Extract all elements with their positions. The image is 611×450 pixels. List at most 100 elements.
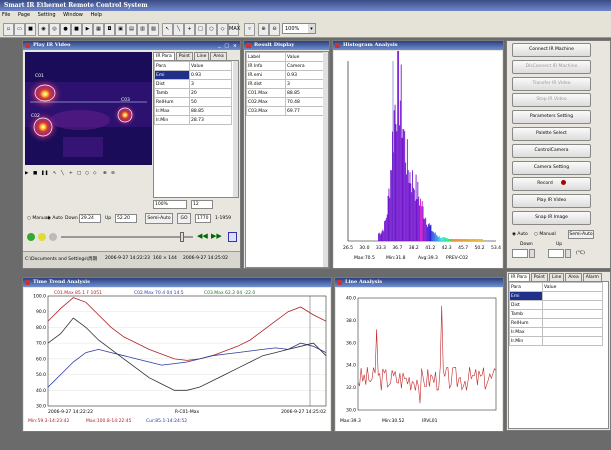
window-controls-icon[interactable]: _ □ × <box>218 42 238 51</box>
ellipse-tool-icon[interactable]: ○ <box>85 171 89 176</box>
pause-icon[interactable]: ❚❚ <box>41 171 49 176</box>
table-row[interactable]: RelHum 50 <box>154 97 232 107</box>
tab-point[interactable]: Point <box>530 273 548 281</box>
playback-slider-thumb[interactable] <box>179 232 184 242</box>
control-button[interactable]: Stop IR Video <box>512 93 591 108</box>
menu-page[interactable]: Page <box>18 12 30 18</box>
menu-file[interactable]: File <box>2 12 10 18</box>
rect-tool-icon[interactable]: □ <box>195 23 206 36</box>
control-button[interactable]: Play IR Video <box>512 194 591 209</box>
scrollbar[interactable] <box>323 52 328 267</box>
line-tool-icon[interactable]: ╲ <box>61 171 64 176</box>
scrollbar[interactable] <box>233 61 238 197</box>
tab-area[interactable]: Area <box>210 52 227 60</box>
param-value[interactable] <box>542 309 603 319</box>
up-input[interactable] <box>548 249 564 258</box>
control-button[interactable]: Record <box>512 177 591 192</box>
open-icon[interactable]: ▭ <box>14 23 25 36</box>
tab-line[interactable]: Line <box>193 52 210 60</box>
image-icon[interactable]: ▣ <box>115 23 126 36</box>
table-row[interactable]: Emi <box>509 291 603 301</box>
table-row[interactable]: IR Info Camera <box>246 61 324 71</box>
table-row[interactable]: Tamb <box>509 309 603 319</box>
table-row[interactable]: RelHum <box>509 318 603 328</box>
semiauto-button[interactable]: Semi-Auto <box>145 213 173 224</box>
step-forward-icon[interactable]: ▶▶ <box>211 232 222 240</box>
control-button[interactable]: Transfer IR Video <box>512 76 591 91</box>
frame-input[interactable]: 1770 <box>195 214 211 223</box>
go-button[interactable]: GO <box>177 213 191 224</box>
zoom-select[interactable]: 100% ▾ <box>282 23 316 34</box>
tab-point[interactable]: Point <box>175 52 193 60</box>
param-value[interactable]: 28.73 <box>189 115 232 125</box>
zoom-in-icon[interactable]: ⊕ <box>258 23 269 36</box>
play-icon[interactable]: ▶ <box>25 171 28 176</box>
tab-ir-para[interactable]: IR Para <box>153 52 175 60</box>
tab-alarm[interactable]: Alarm <box>582 273 602 281</box>
param-value[interactable]: 88.85 <box>189 106 232 116</box>
tab-ir-para[interactable]: IR Para <box>508 273 530 281</box>
stop-icon[interactable]: ■ <box>33 171 37 176</box>
param-value[interactable] <box>542 291 603 301</box>
pointer-icon[interactable]: ↖ <box>162 23 173 36</box>
param-value[interactable] <box>542 318 603 328</box>
menu-setting[interactable]: Setting <box>38 12 56 18</box>
rect-tool-icon[interactable]: □ <box>77 171 81 176</box>
grid-icon[interactable]: ▥ <box>137 23 148 36</box>
table-row[interactable]: Ir.Min <box>509 336 603 346</box>
pause-indicator-icon[interactable] <box>38 233 46 241</box>
stop-icon[interactable]: ■ <box>71 23 82 36</box>
down-spinner-icon[interactable] <box>529 249 535 258</box>
video-zoom-select[interactable]: 100% <box>153 200 187 209</box>
zoom-in-icon[interactable]: ⊕ <box>103 171 107 176</box>
param-value[interactable] <box>542 327 603 337</box>
settings-icon[interactable]: ▧ <box>148 23 159 36</box>
zoom-out-icon[interactable]: ⊖ <box>111 171 115 176</box>
stop-indicator-icon[interactable] <box>49 233 57 241</box>
camera-icon[interactable]: ◘ <box>104 23 115 36</box>
control-button[interactable]: Parameters Setting <box>512 110 591 125</box>
table-row[interactable]: Tamb 20 <box>154 88 232 98</box>
param-value[interactable] <box>542 336 603 346</box>
control-button[interactable]: Palette Select <box>512 127 591 141</box>
manual-radio[interactable]: ○ Manual <box>534 232 556 237</box>
disconnect-icon[interactable]: ◎ <box>49 23 60 36</box>
ellipse-tool-icon[interactable]: ○ <box>206 23 217 36</box>
param-value[interactable]: 20 <box>189 88 232 98</box>
manual-radio[interactable]: ○ Manual <box>27 216 49 221</box>
table-row[interactable]: C02.Max 70.48 <box>246 97 324 107</box>
table-row[interactable]: C03.Max 69.77 <box>246 106 324 116</box>
record-indicator-icon[interactable] <box>27 233 35 241</box>
snapshot-icon[interactable] <box>228 232 237 242</box>
tab-line[interactable]: Line <box>548 273 565 281</box>
table-row[interactable]: Dist 3 <box>154 79 232 89</box>
control-button[interactable]: DisConnect IR Machine <box>512 59 591 74</box>
auto-radio[interactable]: ◉ Auto <box>47 216 63 221</box>
table-row[interactable]: Ir.Max 88.85 <box>154 106 232 116</box>
control-button[interactable]: Camera Setting <box>512 160 591 175</box>
auto-radio[interactable]: ◉ Auto <box>512 232 528 237</box>
play-icon[interactable]: ▶ <box>82 23 93 36</box>
min-tool-icon[interactable]: ▿ <box>244 23 255 36</box>
zoom-out-icon[interactable]: ⊖ <box>269 23 280 36</box>
down-input[interactable] <box>512 249 528 258</box>
param-value[interactable]: 0.93 <box>189 70 232 80</box>
save-icon[interactable]: ■ <box>25 23 36 36</box>
point-tool-icon[interactable]: + <box>184 23 195 36</box>
menu-window[interactable]: Window <box>63 12 83 18</box>
table-row[interactable]: IR.emi 0.93 <box>246 70 324 80</box>
chart-icon[interactable]: ▤ <box>126 23 137 36</box>
tab-area[interactable]: Area <box>565 273 582 281</box>
semiauto-button[interactable]: Semi-Auto <box>568 230 594 239</box>
control-button[interactable]: Connect IR Machine <box>512 43 591 57</box>
palette-icon[interactable]: ▦ <box>93 23 104 36</box>
playback-slider[interactable] <box>61 236 193 238</box>
polygon-tool-icon[interactable]: ◇ <box>217 23 228 36</box>
table-row[interactable]: Ir.Min 28.73 <box>154 115 232 125</box>
param-value[interactable] <box>542 300 603 310</box>
record-icon[interactable]: ● <box>60 23 71 36</box>
down-input[interactable]: 29.24 <box>79 214 101 223</box>
table-row[interactable]: Emi 0.93 <box>154 70 232 80</box>
control-button[interactable]: ControlCamera <box>512 143 591 158</box>
up-spinner-icon[interactable] <box>565 249 571 258</box>
